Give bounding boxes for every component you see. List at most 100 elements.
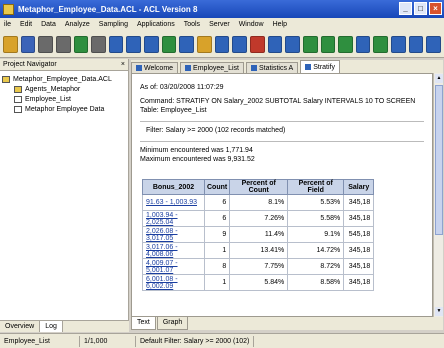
- tree-root[interactable]: Metaphor_Employee_Data.ACL: [2, 74, 126, 84]
- classify-icon[interactable]: [302, 35, 318, 53]
- interval-link[interactable]: 4,009.07 - 5,001.07: [142, 258, 205, 275]
- tab-log[interactable]: Log: [40, 321, 63, 332]
- sample-icon[interactable]: [249, 35, 265, 53]
- tab-employee-list[interactable]: Employee_List: [180, 62, 244, 73]
- tab-welcome[interactable]: Welcome: [131, 62, 179, 73]
- tab-statistics[interactable]: Statistics A: [245, 62, 299, 73]
- index-icon[interactable]: [179, 35, 195, 53]
- table-cell: 345,18: [343, 210, 375, 227]
- table-row: 2,026.08 - 3,017.05 9 11.4% 9.1% 545,18: [142, 226, 375, 243]
- column-header: Salary: [343, 179, 375, 195]
- tools-icon[interactable]: [91, 35, 106, 53]
- print-icon[interactable]: [38, 35, 53, 53]
- interval-link[interactable]: 2,026.08 - 3,017.05: [142, 226, 205, 243]
- menu-tools[interactable]: Tools: [184, 21, 200, 28]
- menu-edit[interactable]: Edit: [20, 21, 32, 28]
- tree-item[interactable]: Metaphor Employee Data: [2, 104, 126, 114]
- interval-link[interactable]: 1,003.94 - 2,025.04: [142, 210, 205, 227]
- tree-item[interactable]: Agents_Metaphor: [2, 84, 126, 94]
- refresh-icon[interactable]: [161, 35, 177, 53]
- navigator-tabs: Overview Log: [0, 320, 129, 332]
- filter-icon[interactable]: [144, 35, 159, 53]
- table-cell: 345,18: [343, 258, 375, 275]
- column-header: Count: [203, 179, 231, 195]
- project-tree: Metaphor_Employee_Data.ACL Agents_Metaph…: [0, 71, 128, 117]
- gaps-icon[interactable]: [373, 35, 389, 53]
- tree-item[interactable]: Employee_List: [2, 94, 126, 104]
- table-cell: 14.72%: [287, 242, 345, 259]
- navigator-header: Project Navigator ×: [0, 59, 128, 71]
- vertical-scrollbar[interactable]: ▲ ▼: [433, 73, 443, 317]
- toolbar: [0, 31, 444, 58]
- interval-link[interactable]: 91.63 - 1,003.93: [142, 194, 205, 211]
- print-preview-icon[interactable]: [55, 35, 71, 53]
- join-icon[interactable]: [391, 35, 406, 53]
- status-bar: Employee_List 1/1,000 Default Filter: Sa…: [0, 333, 444, 348]
- status-records: 1/1,000: [80, 335, 136, 347]
- interval-link[interactable]: 3,017.06 - 4,008.06: [142, 242, 205, 259]
- help-icon[interactable]: [426, 35, 442, 53]
- histogram-icon[interactable]: [320, 35, 336, 53]
- maximize-button[interactable]: □: [414, 2, 427, 15]
- scroll-thumb[interactable]: [435, 85, 443, 235]
- close-button[interactable]: ×: [429, 2, 442, 15]
- table-cell: 8.58%: [287, 274, 345, 291]
- save-icon[interactable]: [20, 35, 36, 53]
- menu-window[interactable]: Window: [239, 21, 264, 28]
- table-cell: 1: [203, 242, 231, 259]
- column-header: Bonus_2002: [142, 179, 205, 195]
- sum-icon[interactable]: [338, 35, 353, 53]
- tab-text[interactable]: Text: [131, 317, 156, 330]
- project-icon: [2, 75, 10, 83]
- scroll-down-icon[interactable]: ▼: [435, 307, 443, 316]
- duplicates-icon[interactable]: [355, 35, 371, 53]
- table-cell: 11.4%: [229, 226, 289, 243]
- column-header: Percent of Count: [229, 179, 289, 195]
- results-pane: As of: 03/20/2008 11:07:29 Command: STRA…: [131, 73, 433, 317]
- stratify-icon: [305, 64, 312, 70]
- results-table: Bonus_2002 Count Percent of Count Percen…: [142, 179, 375, 291]
- table-cell: 8.72%: [287, 258, 345, 275]
- window-title: Metaphor_Employee_Data.ACL - ACL Version…: [18, 4, 198, 14]
- table-cell: 6: [203, 194, 231, 211]
- total-icon[interactable]: [214, 35, 230, 53]
- tab-graph[interactable]: Graph: [156, 317, 189, 330]
- menu-applications[interactable]: Applications: [137, 21, 175, 28]
- chart-icon[interactable]: [73, 35, 89, 53]
- age-icon[interactable]: [285, 35, 300, 53]
- status-table: Employee_List: [0, 335, 80, 347]
- merge-icon[interactable]: [408, 35, 424, 53]
- menu-sampling[interactable]: Sampling: [99, 21, 128, 28]
- menu-analyze[interactable]: Analyze: [65, 21, 90, 28]
- minimize-button[interactable]: _: [399, 2, 412, 15]
- menu-help[interactable]: Help: [273, 21, 287, 28]
- menu-data[interactable]: Data: [41, 21, 56, 28]
- statistics-icon[interactable]: [232, 35, 247, 53]
- table-icon: [14, 95, 22, 103]
- tab-stratify[interactable]: Stratify: [300, 60, 340, 73]
- stratify-icon[interactable]: [267, 35, 283, 53]
- view-tabs: Welcome Employee_List Statistics A Strat…: [131, 60, 443, 73]
- scroll-up-icon[interactable]: ▲: [435, 74, 443, 83]
- interval-link[interactable]: 6,001.08 - 6,002.09: [142, 274, 205, 291]
- close-icon[interactable]: ×: [121, 59, 125, 71]
- tab-overview[interactable]: Overview: [0, 321, 41, 332]
- edit-table-icon[interactable]: [126, 35, 142, 53]
- table-line: Table: Employee_List: [140, 107, 207, 114]
- menu-file[interactable]: ile: [4, 21, 11, 28]
- table-icon: [185, 65, 192, 71]
- table-cell: 7.26%: [229, 210, 289, 227]
- table-cell: 345,18: [343, 194, 375, 211]
- output-tabs: Text Graph: [131, 317, 443, 330]
- table-icon[interactable]: [108, 35, 124, 53]
- table-cell: 5.58%: [287, 210, 345, 227]
- min-line: Minimum encountered was 1,771.94: [140, 147, 253, 154]
- table-cell: 1: [203, 274, 231, 291]
- table-cell: 5.53%: [287, 194, 345, 211]
- count-icon[interactable]: [197, 35, 212, 53]
- folder-icon[interactable]: [3, 35, 18, 53]
- folder-icon: [14, 85, 22, 93]
- app-icon: [3, 3, 14, 15]
- menu-server[interactable]: Server: [209, 21, 230, 28]
- table-cell: 545,18: [343, 226, 375, 243]
